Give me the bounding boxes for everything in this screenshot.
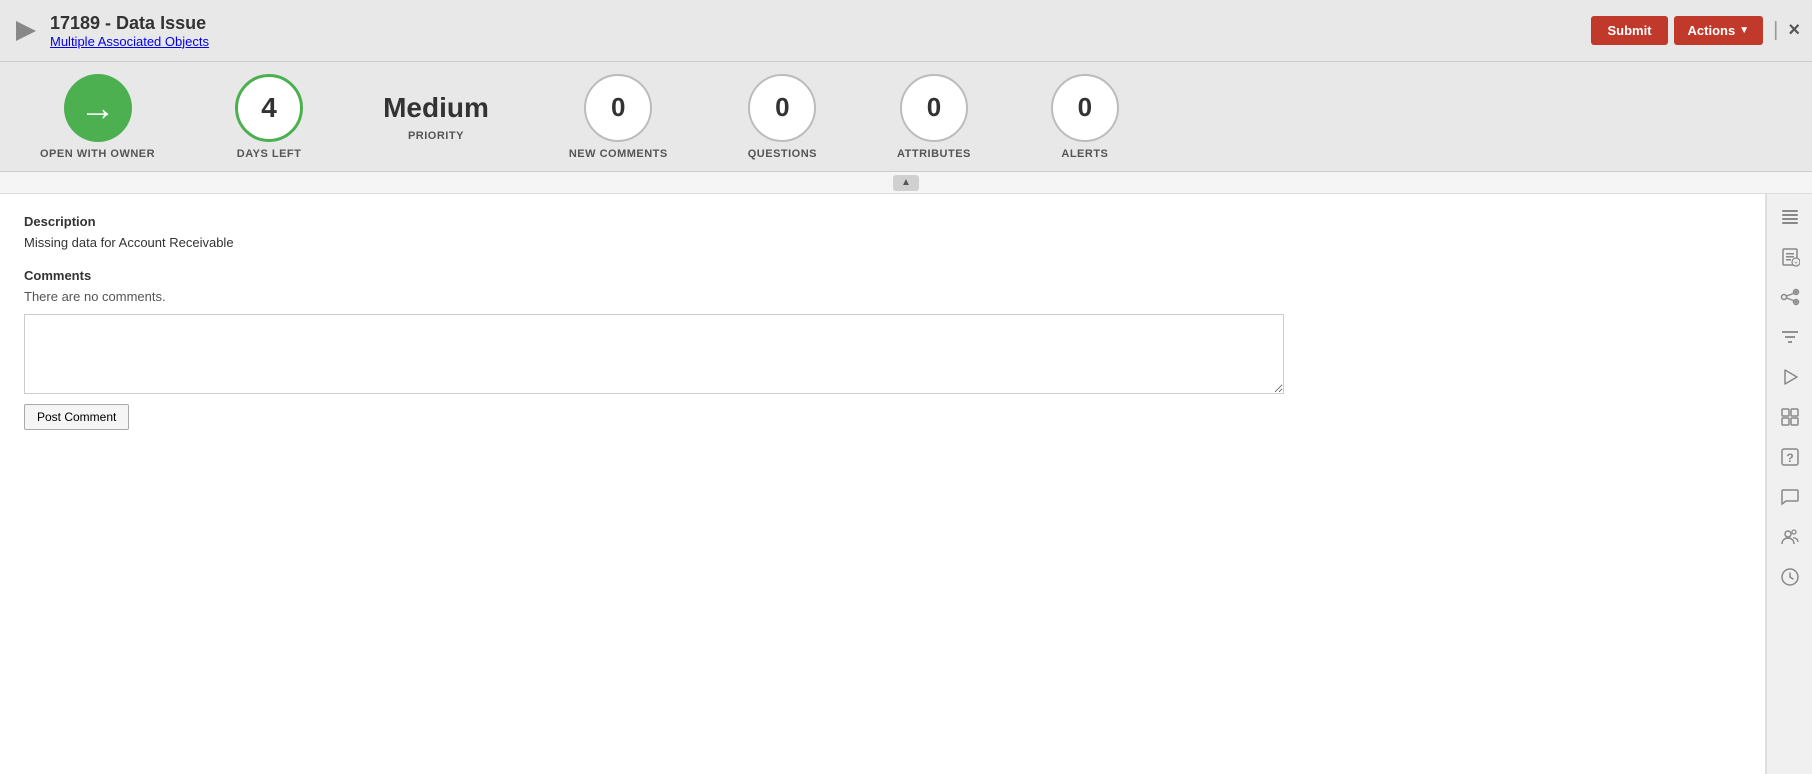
filter-icon	[1780, 327, 1800, 347]
attributes-circle[interactable]: 0	[900, 74, 968, 142]
status-priority: Medium PRIORITY	[343, 92, 529, 142]
header-divider: |	[1773, 19, 1778, 42]
description-text: Missing data for Account Receivable	[24, 235, 1741, 250]
status-bar: → OPEN WITH OWNER 4 DAYS LEFT Medium PRI…	[0, 62, 1812, 172]
priority-value: Medium	[383, 92, 489, 124]
days-left-label: DAYS LEFT	[237, 148, 302, 160]
status-attributes: 0 ATTRIBUTES	[857, 74, 1011, 160]
sidebar-play-icon[interactable]	[1771, 358, 1809, 396]
dashboard-icon	[1780, 407, 1800, 427]
people-icon	[1780, 527, 1800, 547]
close-button[interactable]: ×	[1788, 19, 1800, 42]
page-header: 17189 - Data Issue Multiple Associated O…	[0, 0, 1812, 62]
arrow-right-icon: →	[80, 90, 116, 126]
sidebar-comments-icon[interactable]	[1771, 478, 1809, 516]
notes-icon: +	[1780, 247, 1800, 267]
post-comment-button[interactable]: Post Comment	[24, 404, 129, 430]
collapse-arrow-icon[interactable]: ▲	[893, 175, 919, 191]
question-icon: ?	[1780, 447, 1800, 467]
questions-value: 0	[775, 92, 789, 123]
right-sidebar: +	[1766, 194, 1812, 774]
sidebar-list-icon[interactable]	[1771, 198, 1809, 236]
actions-caret-icon: ▼	[1739, 25, 1749, 36]
priority-label: PRIORITY	[408, 130, 464, 142]
alerts-circle[interactable]: 0	[1051, 74, 1119, 142]
sidebar-filter-icon[interactable]	[1771, 318, 1809, 356]
sidebar-workflow-icon[interactable]	[1771, 278, 1809, 316]
questions-circle[interactable]: 0	[748, 74, 816, 142]
status-days-left: 4 DAYS LEFT	[195, 74, 343, 160]
sidebar-clock-icon[interactable]	[1771, 558, 1809, 596]
workflow-icon	[1780, 287, 1800, 307]
no-comments-text: There are no comments.	[24, 289, 1741, 304]
associated-objects-link[interactable]: Multiple Associated Objects	[50, 34, 209, 49]
comment-input[interactable]	[24, 314, 1284, 394]
sidebar-dashboard-icon[interactable]	[1771, 398, 1809, 436]
collapse-row[interactable]: ▲	[0, 172, 1812, 194]
days-left-value: 4	[261, 92, 277, 124]
status-open-with-owner: → OPEN WITH OWNER	[0, 74, 195, 160]
open-with-owner-label: OPEN WITH OWNER	[40, 148, 155, 160]
alerts-value: 0	[1078, 92, 1092, 123]
svg-text:+: +	[1794, 261, 1798, 267]
days-left-circle[interactable]: 4	[235, 74, 303, 142]
open-with-owner-circle[interactable]: →	[64, 74, 132, 142]
status-questions: 0 QUESTIONS	[708, 74, 857, 160]
sidebar-notes-icon[interactable]: +	[1771, 238, 1809, 276]
description-label: Description	[24, 214, 1741, 229]
submit-button[interactable]: Submit	[1591, 16, 1667, 45]
alerts-label: ALERTS	[1061, 148, 1108, 160]
app-logo-icon	[12, 17, 40, 45]
play-icon	[1780, 367, 1800, 387]
main-layout: Description Missing data for Account Rec…	[0, 194, 1812, 774]
attributes-value: 0	[927, 92, 941, 123]
header-actions: Submit Actions ▼ | ×	[1591, 16, 1800, 45]
new-comments-label: NEW COMMENTS	[569, 148, 668, 160]
new-comments-circle[interactable]: 0	[584, 74, 652, 142]
list-icon	[1780, 207, 1800, 227]
status-new-comments: 0 NEW COMMENTS	[529, 74, 708, 160]
sidebar-people-icon[interactable]	[1771, 518, 1809, 556]
svg-text:?: ?	[1786, 451, 1793, 465]
new-comments-value: 0	[611, 92, 625, 123]
clock-icon	[1780, 567, 1800, 587]
comments-label: Comments	[24, 268, 1741, 283]
title-area: 17189 - Data Issue Multiple Associated O…	[50, 13, 1591, 49]
status-alerts: 0 ALERTS	[1011, 74, 1159, 160]
sidebar-question-icon[interactable]: ?	[1771, 438, 1809, 476]
questions-label: QUESTIONS	[748, 148, 817, 160]
actions-button[interactable]: Actions ▼	[1674, 16, 1764, 45]
content-area: Description Missing data for Account Rec…	[0, 194, 1766, 774]
attributes-label: ATTRIBUTES	[897, 148, 971, 160]
page-title: 17189 - Data Issue	[50, 13, 1591, 34]
comments-icon	[1780, 487, 1800, 507]
